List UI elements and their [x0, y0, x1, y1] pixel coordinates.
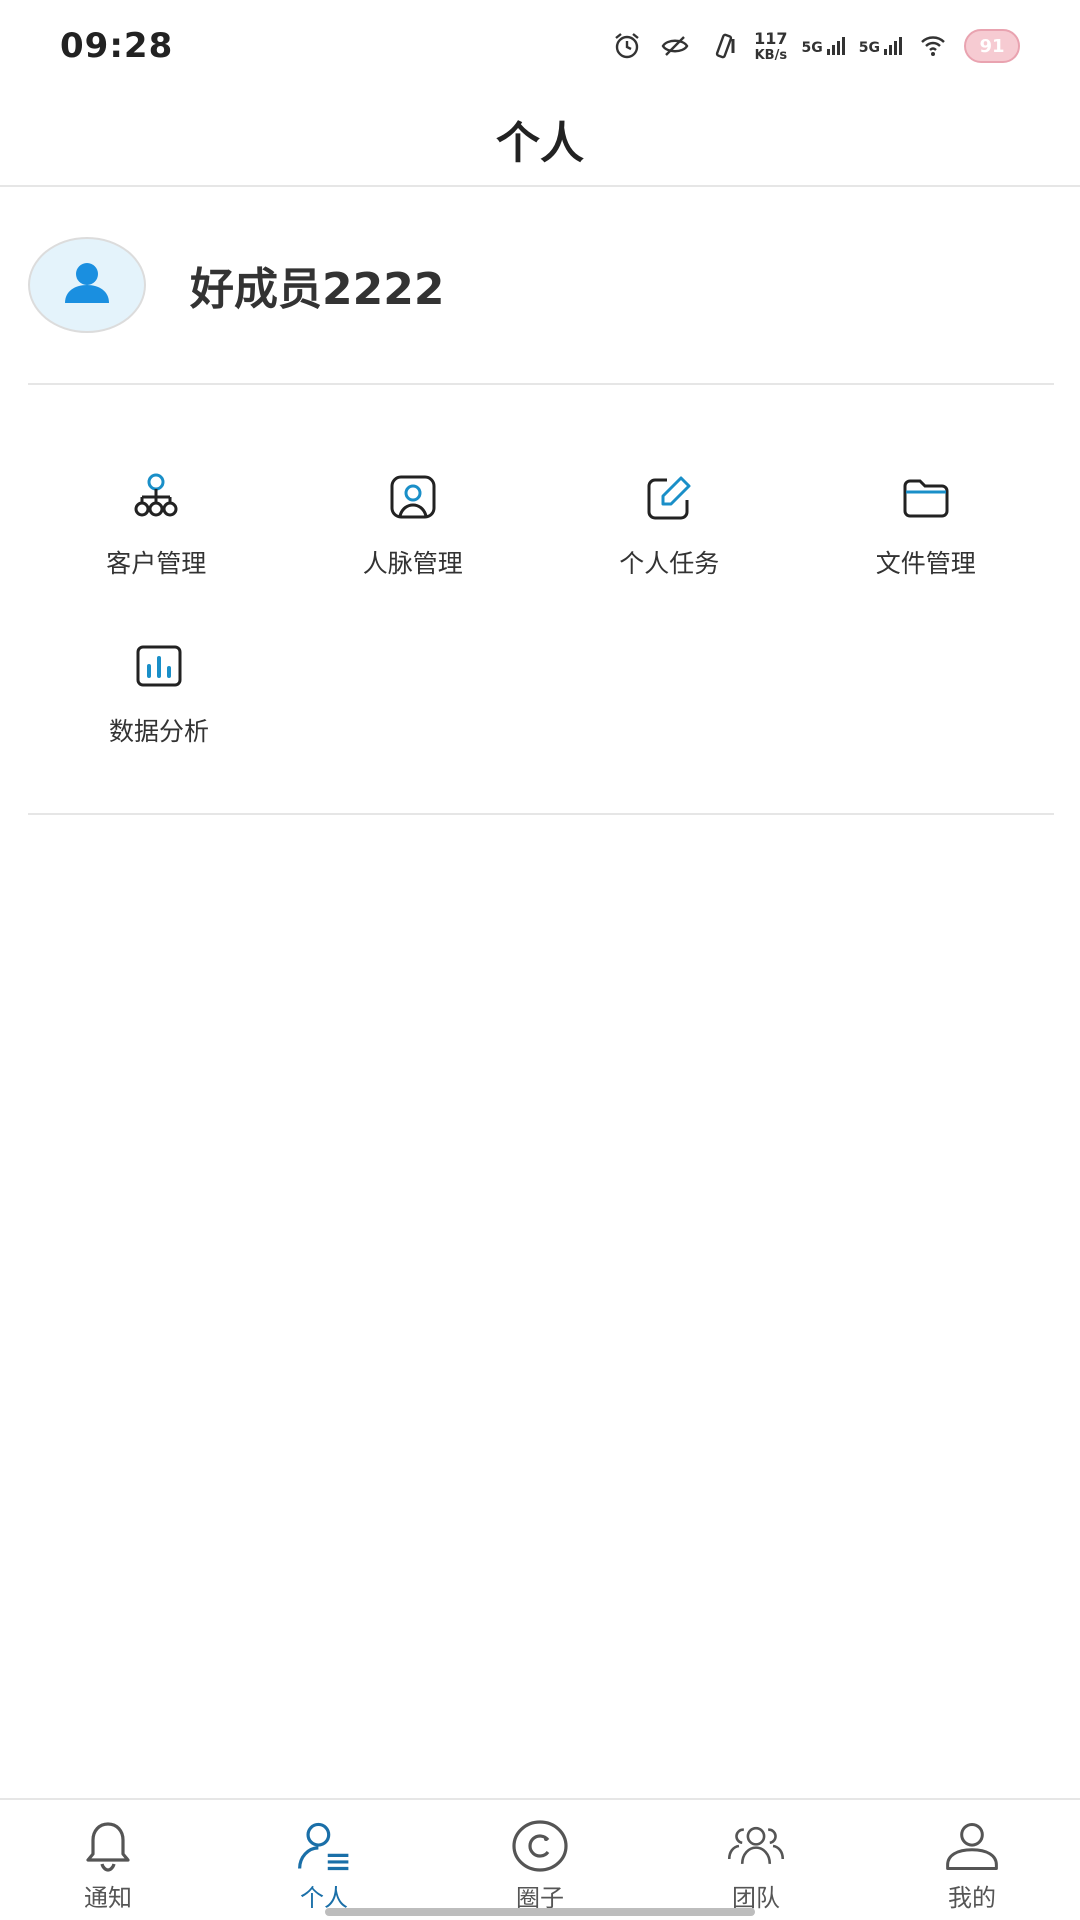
menu-item-label: 个人任务	[619, 549, 720, 578]
menu-item-label: 客户管理	[106, 549, 207, 578]
edit-icon	[641, 470, 697, 526]
alarm-icon	[610, 29, 644, 63]
nav-tab-circle[interactable]: 圈子	[440, 1818, 640, 1913]
wifi-icon	[916, 29, 950, 63]
circle-icon	[510, 1818, 570, 1874]
feature-menu: 客户管理 人脉管理 个人任务 文件管理 数据分析	[28, 440, 1054, 815]
sim2-label: 5G	[858, 40, 880, 56]
menu-item-file-management[interactable]: 文件管理	[798, 440, 1055, 608]
nav-tab-label: 通知	[84, 1884, 132, 1912]
speed-unit: KB/s	[754, 47, 788, 63]
sim1-signal: 5G	[802, 37, 845, 55]
username: 好成员2222	[190, 263, 445, 315]
personal-page: 09:28 117 KB/s 5G 5G 91 个人 好成员2222 客户管理 …	[0, 0, 1080, 1920]
profile-section[interactable]: 好成员2222	[28, 220, 1054, 385]
nav-tab-team[interactable]: 团队	[656, 1818, 856, 1913]
nav-tab-notifications[interactable]: 通知	[8, 1818, 208, 1913]
contact-card-icon	[385, 470, 441, 526]
battery-indicator: 91	[964, 29, 1020, 63]
folder-icon	[898, 470, 954, 526]
page-title: 个人	[496, 117, 584, 169]
eye-slash-icon	[658, 29, 692, 63]
signal-bars-icon	[884, 37, 902, 55]
page-header: 个人	[0, 92, 1080, 187]
menu-item-label: 数据分析	[108, 717, 209, 746]
profile-icon	[942, 1818, 1002, 1874]
network-speed: 117 KB/s	[754, 28, 788, 63]
org-chart-icon	[128, 470, 184, 526]
nav-tab-mine[interactable]: 我的	[872, 1818, 1072, 1913]
bottom-nav: 通知 个人 圈子 团队 我的	[0, 1798, 1080, 1920]
menu-row: 数据分析	[28, 608, 1054, 776]
team-icon	[726, 1818, 786, 1874]
user-icon	[61, 257, 113, 313]
status-time: 09:28	[60, 26, 174, 66]
menu-item-personal-tasks[interactable]: 个人任务	[541, 440, 798, 608]
status-icons: 117 KB/s 5G 5G 91	[610, 29, 1020, 63]
menu-item-data-analysis[interactable]: 数据分析	[28, 608, 290, 776]
nav-tab-personal[interactable]: 个人	[224, 1818, 424, 1913]
menu-item-customer-management[interactable]: 客户管理	[28, 440, 285, 608]
menu-item-contacts-management[interactable]: 人脉管理	[285, 440, 542, 608]
sim2-signal: 5G	[859, 37, 902, 55]
menu-row: 客户管理 人脉管理 个人任务 文件管理	[28, 440, 1054, 608]
bell-icon	[78, 1818, 138, 1874]
bar-chart-icon	[131, 638, 187, 694]
status-bar: 09:28 117 KB/s 5G 5G 91	[0, 0, 1080, 92]
person-list-icon	[294, 1818, 354, 1874]
signal-bars-icon	[826, 37, 845, 55]
speed-value: 117	[754, 28, 788, 48]
home-indicator[interactable]	[325, 1908, 755, 1916]
sim1-label: 5G	[801, 40, 823, 56]
vibrate-icon	[706, 29, 740, 63]
menu-item-label: 人脉管理	[362, 549, 463, 578]
nav-tab-label: 我的	[948, 1884, 996, 1912]
avatar[interactable]	[28, 236, 146, 333]
menu-item-label: 文件管理	[875, 549, 976, 578]
